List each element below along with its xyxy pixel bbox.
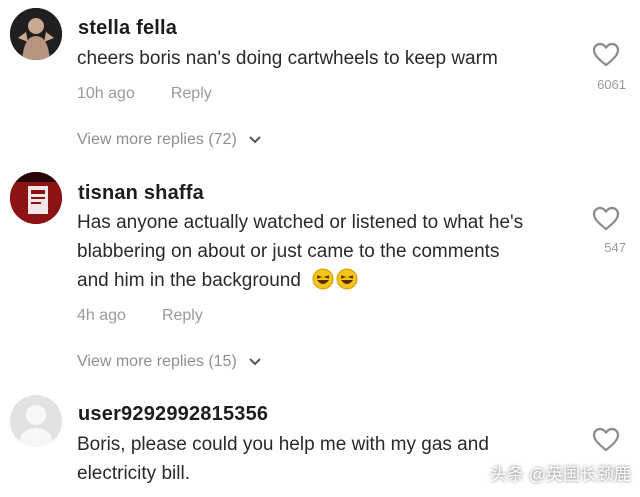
view-more-replies-button[interactable]: View more replies (15) — [77, 353, 261, 371]
watermark: 头条 @英国长颈鹿 — [490, 465, 631, 484]
comment-text-line: Boris, please could you help me with my … — [77, 434, 489, 455]
heart-outline-icon[interactable] — [592, 42, 620, 68]
chevron-down-icon — [249, 353, 261, 371]
avatar[interactable] — [10, 172, 62, 224]
like-count: 6061 — [597, 77, 626, 92]
comment-text: cheers boris nan's doing cartwheels to k… — [77, 44, 577, 73]
comment-text-line-with-emoji: and him in the background — [77, 266, 577, 295]
like-count: 547 — [604, 240, 626, 255]
comment-text-line: Has anyone actually watched or listened … — [77, 212, 524, 233]
comment-text-line: blabbering on about or just came to the … — [77, 241, 500, 262]
view-more-label: View more replies (72) — [77, 131, 237, 149]
comment-username[interactable]: stella fella — [78, 17, 177, 40]
comment-username[interactable]: user9292992815356 — [78, 403, 268, 426]
comment-time: 4h ago — [77, 307, 126, 324]
heart-outline-icon[interactable] — [592, 427, 620, 453]
reply-button[interactable]: Reply — [171, 85, 212, 102]
laughing-emoji-icon — [336, 268, 358, 290]
comment-meta: 4h ago Reply — [77, 307, 203, 325]
comment-username[interactable]: tisnan shaffa — [78, 182, 204, 205]
view-more-replies-button[interactable]: View more replies (72) — [77, 131, 261, 149]
comment-text-line: and him in the background — [77, 270, 301, 291]
avatar[interactable] — [10, 395, 62, 447]
heart-outline-icon[interactable] — [592, 206, 620, 232]
comment-meta: 10h ago Reply — [77, 85, 212, 103]
laughing-emoji-icon — [312, 268, 334, 290]
comment-item: stella fella cheers boris nan's doing ca… — [0, 0, 640, 160]
comment-time: 10h ago — [77, 85, 135, 102]
chevron-down-icon — [249, 131, 261, 149]
view-more-label: View more replies (15) — [77, 353, 237, 371]
reply-button[interactable]: Reply — [162, 307, 203, 324]
comment-text-line: cheers boris nan's doing cartwheels to k… — [77, 48, 498, 69]
comment-text: Has anyone actually watched or listened … — [77, 208, 577, 295]
avatar[interactable] — [10, 8, 62, 60]
